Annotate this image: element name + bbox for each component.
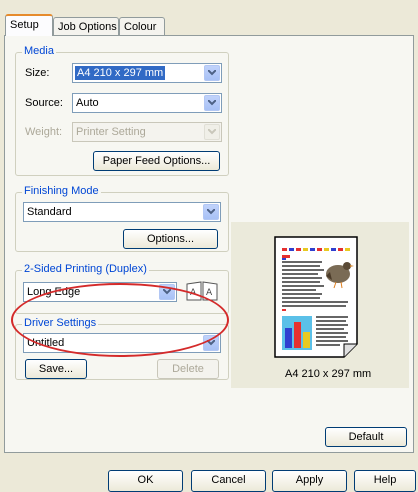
size-label: Size: [25, 67, 50, 79]
default-button[interactable]: Default [325, 427, 407, 447]
driver-combo[interactable]: Untitled [23, 333, 221, 353]
size-value: A4 210 x 297 mm [75, 66, 166, 80]
driver-legend: Driver Settings [22, 317, 99, 329]
finishing-options-button[interactable]: Options... [123, 229, 218, 249]
finishing-value: Standard [27, 206, 72, 218]
svg-text:A: A [190, 288, 197, 298]
tab-job-options[interactable]: Job Options [53, 17, 119, 35]
preview-caption: A4 210 x 297 mm [285, 368, 372, 380]
apply-button[interactable]: Apply [272, 470, 347, 492]
delete-button[interactable]: Delete [157, 359, 219, 379]
weight-label: Weight: [25, 126, 63, 138]
cancel-button[interactable]: Cancel [191, 470, 266, 492]
chevron-down-icon[interactable] [159, 284, 175, 300]
page-preview: A4 210 x 297 mm [231, 222, 409, 388]
help-button[interactable]: Help [354, 470, 416, 492]
save-button[interactable]: Save... [25, 359, 87, 379]
page-preview-icon [274, 236, 358, 358]
duplex-legend: 2-Sided Printing (Duplex) [22, 263, 149, 275]
duplex-combo[interactable]: Long Edge [23, 282, 177, 302]
tab-colour[interactable]: Colour [119, 17, 165, 35]
source-combo[interactable]: Auto [72, 93, 222, 113]
size-combo[interactable]: A4 210 x 297 mm [72, 63, 222, 83]
weight-combo[interactable]: Printer Setting [72, 122, 222, 142]
driver-value: Untitled [27, 337, 65, 349]
source-label: Source: [25, 97, 63, 109]
chevron-down-icon [204, 124, 220, 140]
chevron-down-icon[interactable] [203, 204, 219, 220]
finishing-combo[interactable]: Standard [23, 202, 221, 222]
paper-feed-options-button[interactable]: Paper Feed Options... [93, 151, 220, 171]
ok-button[interactable]: OK [108, 470, 183, 492]
duplex-book-icon: A A [185, 280, 219, 302]
weight-value: Printer Setting [76, 126, 146, 138]
tab-setup[interactable]: Setup [5, 14, 53, 36]
media-legend: Media [22, 45, 56, 57]
chevron-down-icon[interactable] [204, 65, 220, 81]
setup-panel: Media Size: A4 210 x 297 mm Source: Auto… [4, 35, 414, 453]
svg-text:A: A [206, 288, 213, 298]
duplex-value: Long Edge [27, 286, 81, 298]
source-value: Auto [76, 97, 99, 109]
chevron-down-icon[interactable] [204, 95, 220, 111]
chevron-down-icon[interactable] [203, 335, 219, 351]
finishing-legend: Finishing Mode [22, 185, 101, 197]
